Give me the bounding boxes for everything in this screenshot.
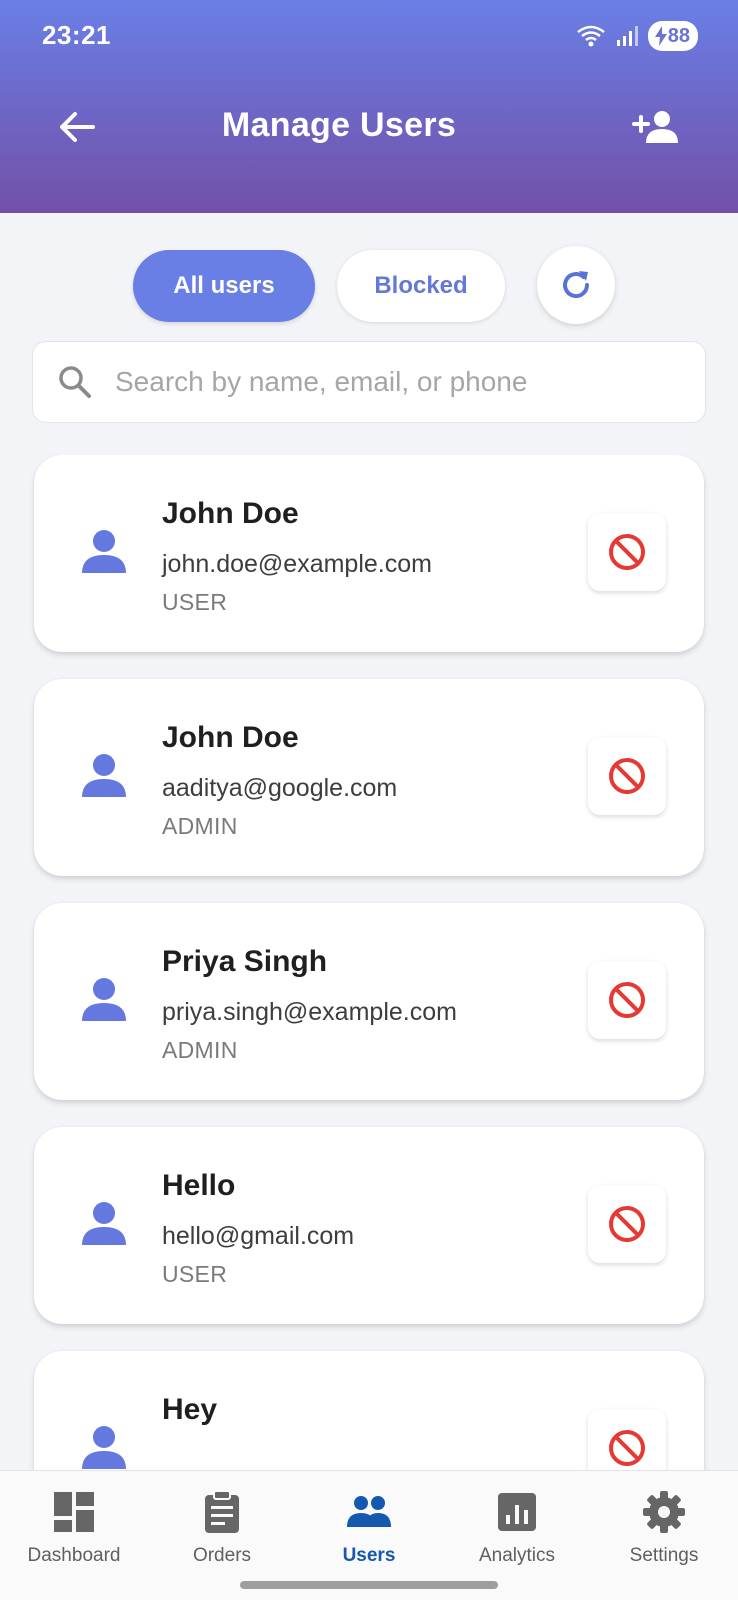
wifi-icon — [576, 25, 605, 47]
tab-blocked[interactable]: Blocked — [337, 250, 505, 322]
nav-label-analytics: Analytics — [478, 1545, 556, 1566]
person-icon — [82, 530, 126, 573]
battery-level: 88 — [667, 24, 690, 47]
nav-label-settings: Settings — [629, 1545, 699, 1566]
user-card[interactable]: John Doe john.doe@example.com USER — [34, 455, 704, 652]
refresh-button[interactable] — [537, 246, 615, 324]
block-user-button[interactable] — [588, 961, 666, 1039]
user-list: John Doe john.doe@example.com USER John … — [0, 455, 738, 1470]
user-email: john.doe@example.com — [162, 550, 432, 578]
user-name: Priya Singh — [162, 945, 328, 978]
block-user-button[interactable] — [588, 1185, 666, 1263]
block-icon — [609, 758, 645, 794]
nav-item-dashboard[interactable]: Dashboard — [4, 1489, 144, 1567]
clipboard-icon — [205, 1490, 239, 1533]
person-icon — [82, 1426, 126, 1469]
user-role: USER — [162, 1261, 228, 1287]
status-time: 23:21 — [42, 20, 111, 50]
user-role: USER — [162, 589, 228, 615]
battery-indicator: 88 — [647, 21, 698, 51]
search-input[interactable] — [115, 366, 675, 398]
block-user-button[interactable] — [588, 513, 666, 591]
user-name: John Doe — [162, 497, 299, 530]
user-card[interactable]: Priya Singh priya.singh@example.com ADMI… — [34, 903, 704, 1100]
block-icon — [609, 534, 645, 570]
search-icon — [55, 362, 95, 402]
home-indicator[interactable] — [240, 1581, 498, 1589]
nav-item-users[interactable]: Users — [299, 1489, 439, 1567]
nav-label-dashboard: Dashboard — [27, 1545, 121, 1566]
person-icon — [82, 978, 126, 1021]
user-card[interactable]: Hello hello@gmail.com USER — [34, 1127, 704, 1324]
user-role: ADMIN — [162, 1037, 238, 1063]
user-card[interactable]: John Doe aaditya@google.com ADMIN — [34, 679, 704, 876]
add-user-button[interactable] — [626, 102, 686, 152]
nav-item-settings[interactable]: Settings — [594, 1489, 734, 1567]
app-header: 23:21 88 Manage Users — [0, 0, 738, 213]
status-icons: 88 — [576, 20, 698, 52]
tab-all-users[interactable]: All users — [133, 250, 315, 322]
signal-icon — [616, 26, 638, 46]
nav-item-orders[interactable]: Orders — [152, 1489, 292, 1567]
analytics-icon — [498, 1493, 536, 1531]
block-icon — [609, 1206, 645, 1242]
block-icon — [609, 1430, 645, 1466]
user-name: Hello — [162, 1169, 236, 1202]
person-icon — [82, 1202, 126, 1245]
block-user-button[interactable] — [588, 737, 666, 815]
nav-label-users: Users — [342, 1545, 396, 1566]
dashboard-icon — [54, 1492, 94, 1532]
charging-bolt-icon — [654, 26, 667, 46]
user-email: hello@gmail.com — [162, 1222, 355, 1250]
user-role: ADMIN — [162, 813, 238, 839]
refresh-icon — [563, 271, 590, 299]
nav-item-analytics[interactable]: Analytics — [447, 1489, 587, 1567]
block-icon — [609, 982, 645, 1018]
block-user-button[interactable] — [588, 1409, 666, 1470]
user-name: Hey — [162, 1393, 218, 1426]
search-bar — [32, 341, 706, 423]
nav-label-orders: Orders — [192, 1545, 252, 1566]
people-icon — [347, 1496, 391, 1527]
user-name: John Doe — [162, 721, 299, 754]
user-email: priya.singh@example.com — [162, 998, 457, 1026]
person-icon — [82, 754, 126, 797]
gear-icon — [643, 1491, 685, 1533]
person-add-icon — [632, 111, 678, 143]
user-email: aaditya@google.com — [162, 774, 398, 802]
user-card[interactable]: Hey — [34, 1351, 704, 1470]
filter-tabs: All users Blocked — [0, 246, 738, 324]
